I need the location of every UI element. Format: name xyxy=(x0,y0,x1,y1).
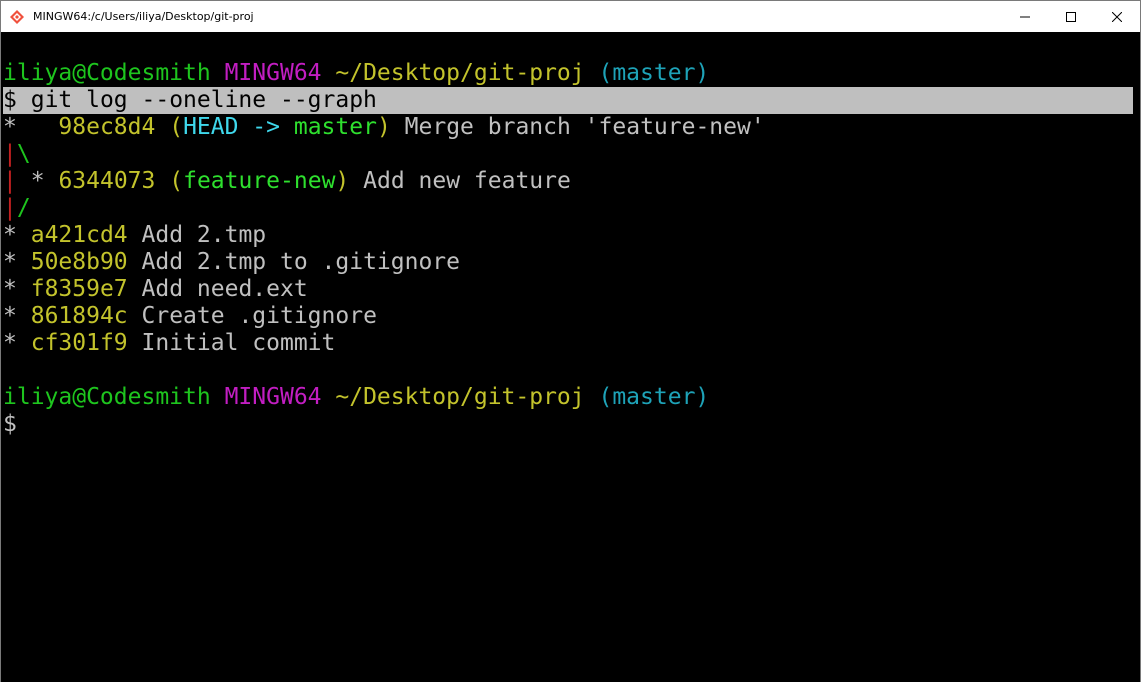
minimize-icon xyxy=(1020,16,1030,17)
graph-node: * xyxy=(3,303,17,329)
prompt-symbol: $ xyxy=(3,411,17,437)
ref-close-paren: ) xyxy=(335,168,350,194)
commit-hash: 98ec8d4 xyxy=(58,114,156,140)
branch-ref: master xyxy=(293,114,377,140)
graph-pipe: | xyxy=(3,195,17,221)
commit-message: Add new feature xyxy=(363,168,571,194)
log-line: * 861894c Create .gitignore xyxy=(3,303,1133,330)
scrollbar[interactable] xyxy=(1138,32,1140,682)
ref-open-paren: ( xyxy=(169,168,184,194)
graph-pipe: | xyxy=(3,141,17,167)
commit-hash: a421cd4 xyxy=(30,222,128,248)
prompt-branch: (master) xyxy=(598,60,710,86)
commit-hash: 50e8b90 xyxy=(30,249,128,275)
command-line[interactable]: $ git log --oneline --graph xyxy=(3,87,1133,114)
graph-slash: \ xyxy=(16,141,31,167)
graph-node: * xyxy=(3,222,17,248)
prompt-path: ~/Desktop/git-proj xyxy=(335,384,585,410)
terminal-output[interactable]: iliya@Codesmith MINGW64 ~/Desktop/git-pr… xyxy=(1,32,1140,682)
close-button[interactable] xyxy=(1094,1,1140,32)
commit-message: Initial commit xyxy=(141,330,336,356)
branch-ref: feature-new xyxy=(183,168,336,194)
log-line-merge: * 98ec8d4 (HEAD -> master) Merge branch … xyxy=(3,114,1133,141)
window-title: MINGW64:/c/Users/iliya/Desktop/git-proj xyxy=(33,10,254,23)
commit-message: Add need.ext xyxy=(141,276,308,302)
terminal-window: MINGW64:/c/Users/iliya/Desktop/git-proj … xyxy=(0,0,1141,682)
ref-close-paren: ) xyxy=(376,114,391,140)
prompt-system: MINGW64 xyxy=(224,60,322,86)
graph-node: * xyxy=(3,249,17,275)
git-bash-icon[interactable] xyxy=(9,9,25,25)
title-bar[interactable]: MINGW64:/c/Users/iliya/Desktop/git-proj xyxy=(1,1,1140,32)
minimize-button[interactable] xyxy=(1002,1,1048,32)
commit-message: Merge branch 'feature-new' xyxy=(404,114,765,140)
command-text: git log --oneline --graph xyxy=(30,87,377,113)
commit-hash: f8359e7 xyxy=(30,276,128,302)
log-line: * f8359e7 Add need.ext xyxy=(3,276,1133,303)
commit-hash: cf301f9 xyxy=(30,330,128,356)
prompt-symbol: $ xyxy=(3,87,17,113)
close-icon xyxy=(1112,11,1122,22)
prompt-line: iliya@Codesmith MINGW64 ~/Desktop/git-pr… xyxy=(3,384,1133,411)
prompt-user-host: iliya@Codesmith xyxy=(3,384,211,410)
graph-node: * xyxy=(3,276,17,302)
head-ref: HEAD -> xyxy=(183,114,280,140)
log-line: * 50e8b90 Add 2.tmp to .gitignore xyxy=(3,249,1133,276)
graph-node: * xyxy=(3,330,17,356)
prompt-system: MINGW64 xyxy=(224,384,322,410)
graph-line-branch-open: |\ xyxy=(3,141,1133,168)
commit-hash: 861894c xyxy=(30,303,128,329)
maximize-button[interactable] xyxy=(1048,1,1094,32)
prompt-path: ~/Desktop/git-proj xyxy=(335,60,585,86)
graph-slash: / xyxy=(16,195,31,221)
ref-open-paren: ( xyxy=(169,114,184,140)
commit-message: Create .gitignore xyxy=(141,303,377,329)
graph-line-branch-close: |/ xyxy=(3,195,1133,222)
log-line: * a421cd4 Add 2.tmp xyxy=(3,222,1133,249)
graph-pipe: | xyxy=(3,168,17,194)
commit-message: Add 2.tmp xyxy=(141,222,267,248)
prompt-user-host: iliya@Codesmith xyxy=(3,60,211,86)
graph-node: * xyxy=(30,168,45,194)
graph-node: * xyxy=(3,114,17,140)
input-line[interactable]: $ xyxy=(3,411,1133,438)
commit-hash: 6344073 xyxy=(58,168,156,194)
prompt-branch: (master) xyxy=(598,384,710,410)
log-line: * cf301f9 Initial commit xyxy=(3,330,1133,357)
maximize-icon xyxy=(1066,11,1076,22)
log-line-feature: | * 6344073 (feature-new) Add new featur… xyxy=(3,168,1133,195)
prompt-line: iliya@Codesmith MINGW64 ~/Desktop/git-pr… xyxy=(3,60,1133,87)
commit-message: Add 2.tmp to .gitignore xyxy=(141,249,461,275)
